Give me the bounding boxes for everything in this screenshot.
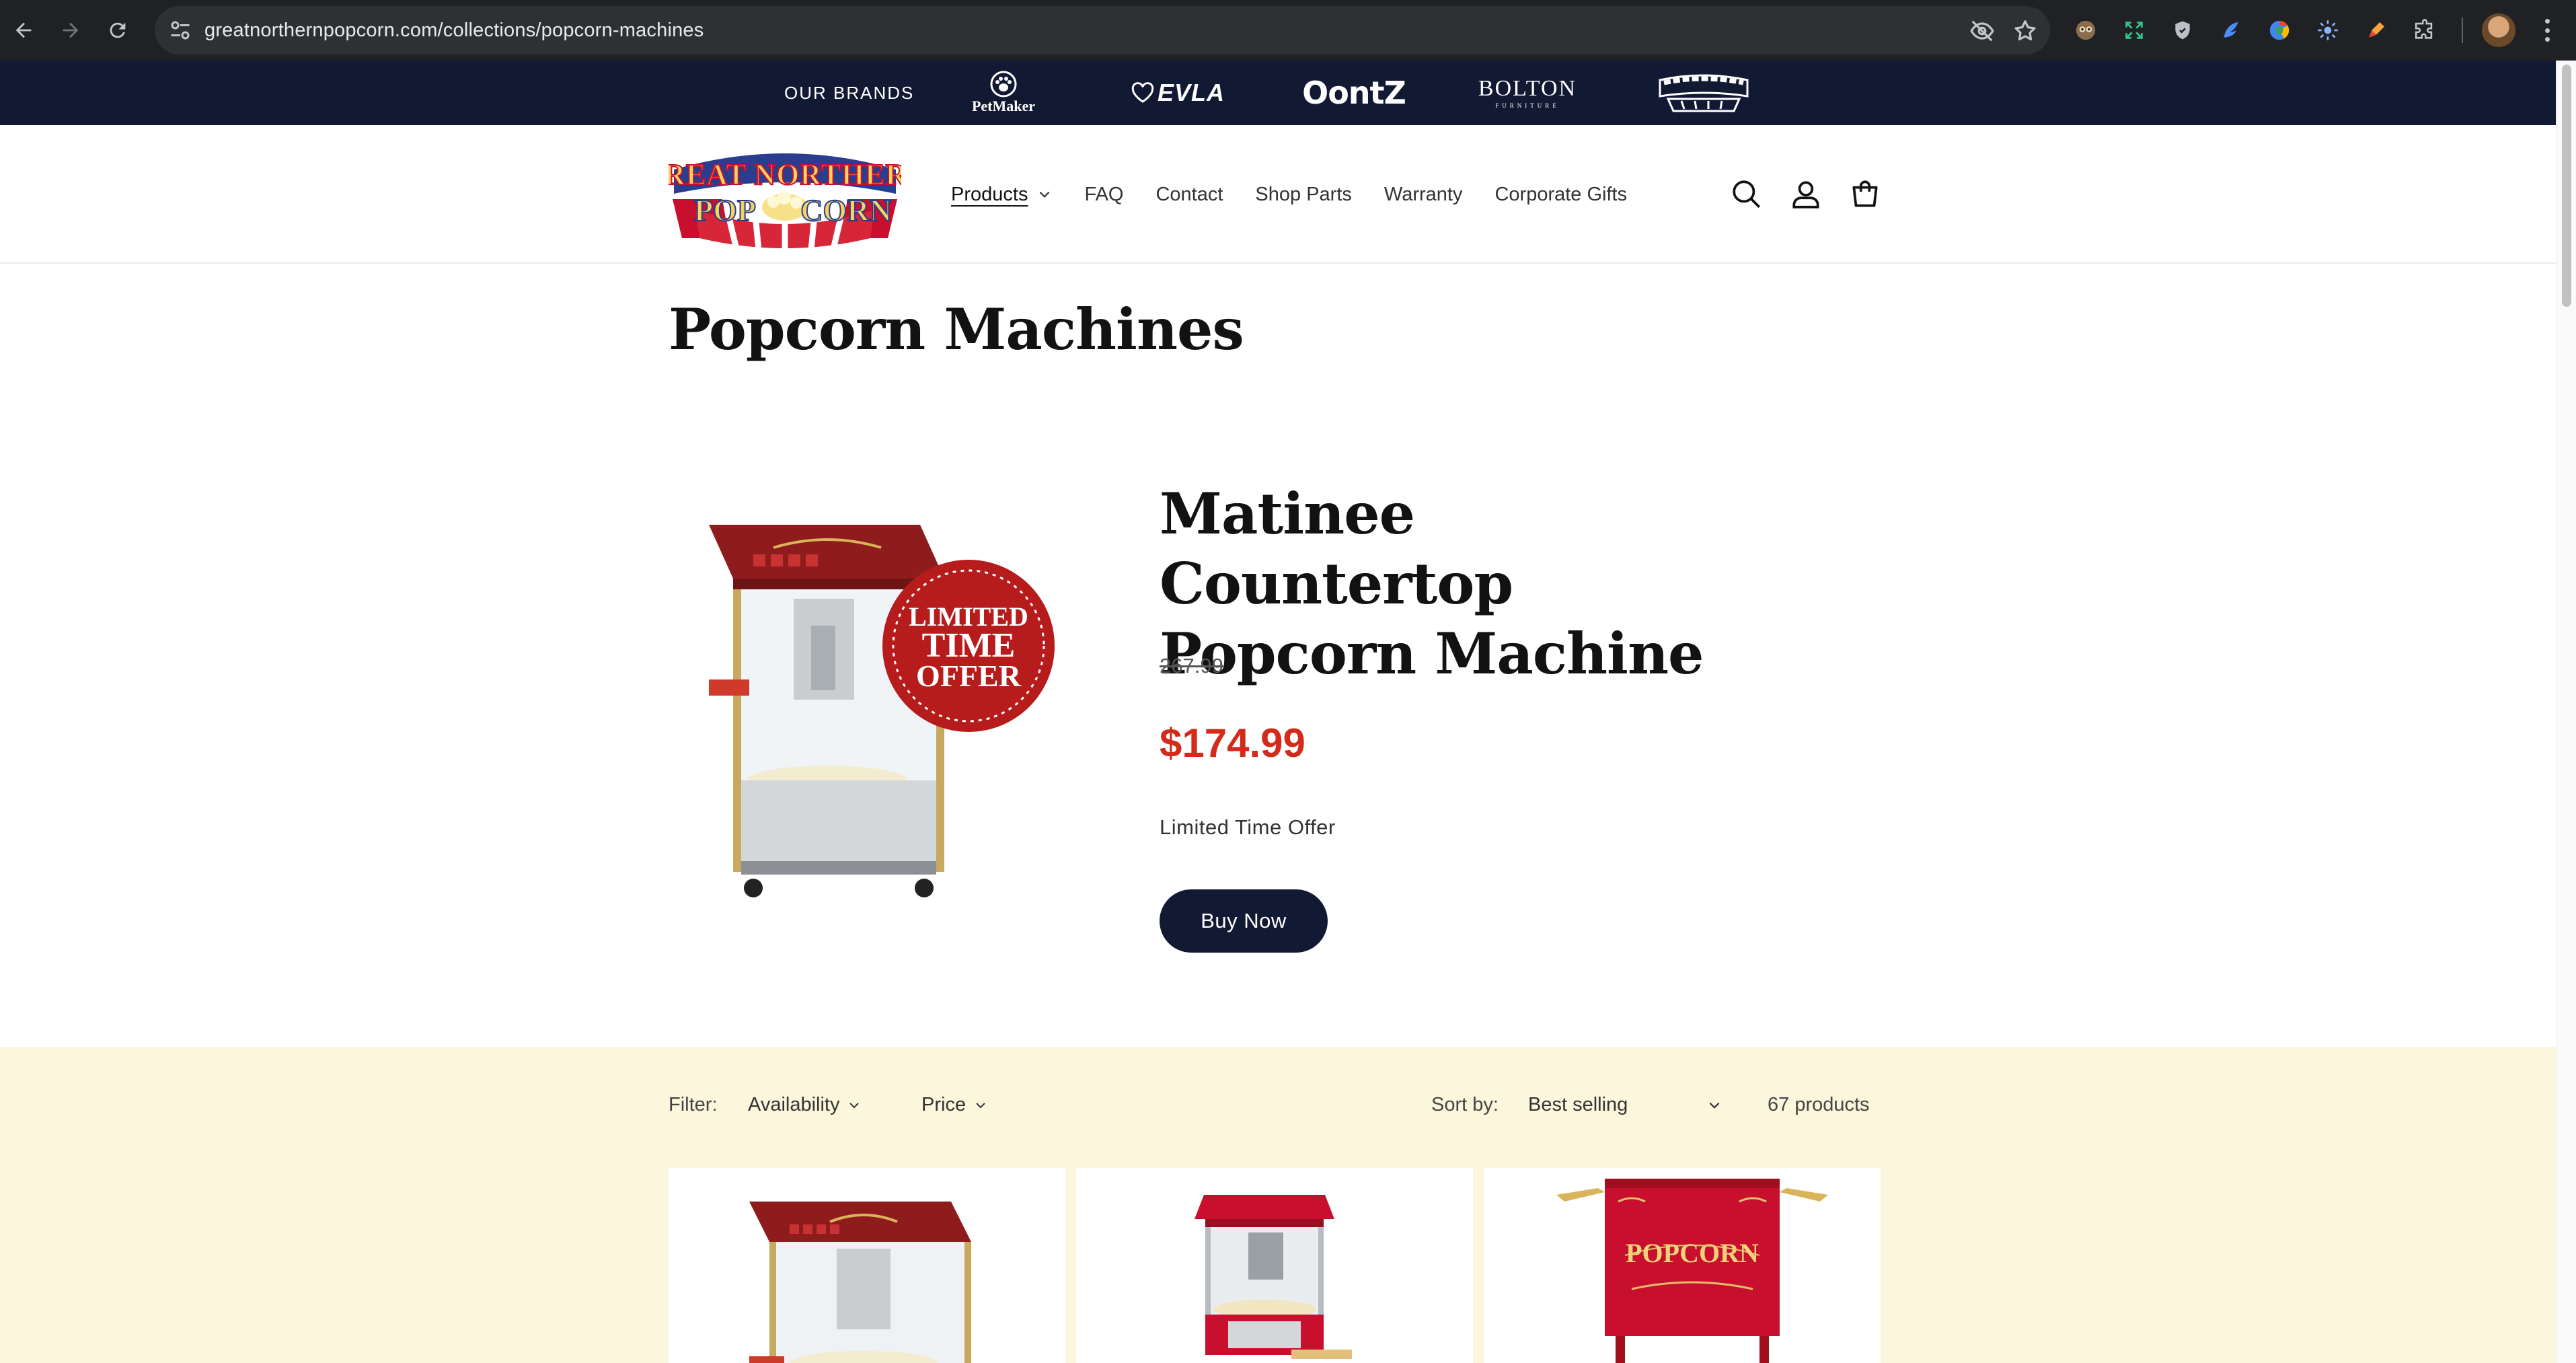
address-bar[interactable]: greatnorthernpopcorn.com/collections/pop… xyxy=(155,6,2050,54)
featured-description: Limited Time Offer xyxy=(1160,815,1336,839)
site-settings-icon[interactable] xyxy=(168,18,192,42)
brand-bolton-text: BOLTON xyxy=(1478,75,1577,101)
account-icon[interactable] xyxy=(1789,178,1823,211)
availability-filter-label: Availability xyxy=(748,1094,840,1115)
cart-icon[interactable] xyxy=(1848,178,1882,211)
browser-menu-icon[interactable] xyxy=(2537,15,2557,46)
compare-at-price: 267.99 xyxy=(1160,654,1223,677)
product-card[interactable] xyxy=(1076,1168,1473,1363)
svg-text:POP: POP xyxy=(694,193,756,227)
chevron-down-icon xyxy=(1040,191,1050,198)
featured-product-image[interactable]: LIMITED TIME OFFER xyxy=(693,511,1076,915)
filter-bar: Filter: Availability Price Sort by: Best… xyxy=(669,1094,1879,1126)
brand-evla-text: EVLA xyxy=(1157,79,1225,106)
extension-wing-icon[interactable] xyxy=(2217,16,2245,44)
featured-product-title[interactable]: Matinee Countertop Popcorn Machine xyxy=(1160,479,1765,689)
extension-sun-icon[interactable] xyxy=(2314,16,2342,44)
back-icon[interactable] xyxy=(8,15,39,46)
badge-offer: OFFER xyxy=(916,659,1022,693)
price-filter[interactable]: Price xyxy=(921,1094,987,1116)
brands-bar: OUR BRANDS PetMaker EVLA OontZ BOLTON FU… xyxy=(0,61,2556,125)
url-text[interactable]: greatnorthernpopcorn.com/collections/pop… xyxy=(204,6,704,54)
price-filter-label: Price xyxy=(921,1094,967,1115)
cart-sign-text: POPCORN xyxy=(1626,1238,1759,1268)
sale-price: $174.99 xyxy=(1160,721,1305,766)
forward-icon[interactable] xyxy=(55,15,86,46)
product-card[interactable] xyxy=(669,1168,1065,1363)
availability-filter[interactable]: Availability xyxy=(748,1094,861,1116)
svg-text:GREAT NORTHERN: GREAT NORTHERN xyxy=(669,158,901,191)
svg-text:CORN: CORN xyxy=(800,193,891,227)
extension-color-icon[interactable] xyxy=(2265,16,2294,44)
nav-corporate-gifts[interactable]: Corporate Gifts xyxy=(1494,184,1627,206)
paw-icon xyxy=(990,71,1017,98)
reload-icon[interactable] xyxy=(102,15,133,46)
chevron-down-icon xyxy=(1709,1102,1720,1109)
sort-value: Best selling xyxy=(1528,1094,1628,1115)
nav-products[interactable]: Products xyxy=(951,184,1052,206)
toolbar-divider xyxy=(2462,17,2463,43)
nav-products-label[interactable]: Products xyxy=(951,184,1028,206)
brand-oontz-logo[interactable]: OontZ xyxy=(1302,61,1406,125)
eye-off-icon[interactable] xyxy=(1969,18,1995,44)
profile-avatar[interactable] xyxy=(2482,13,2515,47)
brand-petmaker-logo[interactable]: PetMaker xyxy=(959,61,1048,125)
extension-pen-icon[interactable] xyxy=(2362,16,2390,44)
chevron-down-icon xyxy=(976,1102,985,1108)
site-header: GREAT NORTHERN POP CORN Products FAQ Con… xyxy=(0,125,2556,264)
extension-owl-icon[interactable] xyxy=(2072,16,2100,44)
page-scrollbar[interactable] xyxy=(2556,61,2576,1363)
brand-great-northern-logo[interactable] xyxy=(1655,61,1753,125)
product-card-image xyxy=(749,1202,971,1363)
buy-now-button[interactable]: Buy Now xyxy=(1160,889,1328,953)
great-northern-mini-logo xyxy=(1659,74,1749,112)
nav-contact[interactable]: Contact xyxy=(1156,184,1223,206)
brand-oontz-text: OontZ xyxy=(1302,75,1406,111)
filter-label: Filter: xyxy=(669,1094,718,1115)
nav-faq[interactable]: FAQ xyxy=(1084,184,1123,206)
heart-icon xyxy=(1131,82,1154,103)
product-card-image: POPCORN xyxy=(1556,1179,1828,1363)
scrollbar-thumb[interactable] xyxy=(2562,65,2571,307)
browser-toolbar: greatnorthernpopcorn.com/collections/pop… xyxy=(0,0,2576,61)
extension-shield-icon[interactable] xyxy=(2168,16,2197,44)
product-card[interactable]: POPCORN xyxy=(1484,1168,1881,1363)
bookmark-star-icon[interactable] xyxy=(2012,18,2038,44)
brand-petmaker-text: PetMaker xyxy=(971,98,1036,114)
product-count: 67 products xyxy=(1768,1094,1870,1115)
chevron-down-icon xyxy=(849,1102,860,1108)
brand-evla-logo[interactable]: EVLA xyxy=(1127,61,1228,125)
collection-section: Filter: Availability Price Sort by: Best… xyxy=(0,1047,2556,1363)
sort-select[interactable]: Best selling xyxy=(1528,1094,1722,1116)
brand-bolton-logo[interactable]: BOLTON FURNITURE xyxy=(1477,61,1578,125)
nav-warranty[interactable]: Warranty xyxy=(1384,184,1463,206)
extensions-puzzle-icon[interactable] xyxy=(2411,16,2439,44)
main-navigation: Products FAQ Contact Shop Parts Warranty… xyxy=(951,125,1659,264)
great-northern-popcorn-logo[interactable]: GREAT NORTHERN POP CORN xyxy=(669,137,901,253)
product-card-image xyxy=(1195,1195,1352,1359)
search-icon[interactable] xyxy=(1730,178,1764,211)
nav-shop-parts[interactable]: Shop Parts xyxy=(1255,184,1351,206)
extension-expand-icon[interactable] xyxy=(2120,16,2148,44)
sort-label: Sort by: xyxy=(1431,1094,1499,1115)
brands-label: OUR BRANDS xyxy=(784,83,915,103)
page-title: Popcorn Machines xyxy=(669,296,1244,363)
brand-bolton-subtext: FURNITURE xyxy=(1495,102,1560,109)
